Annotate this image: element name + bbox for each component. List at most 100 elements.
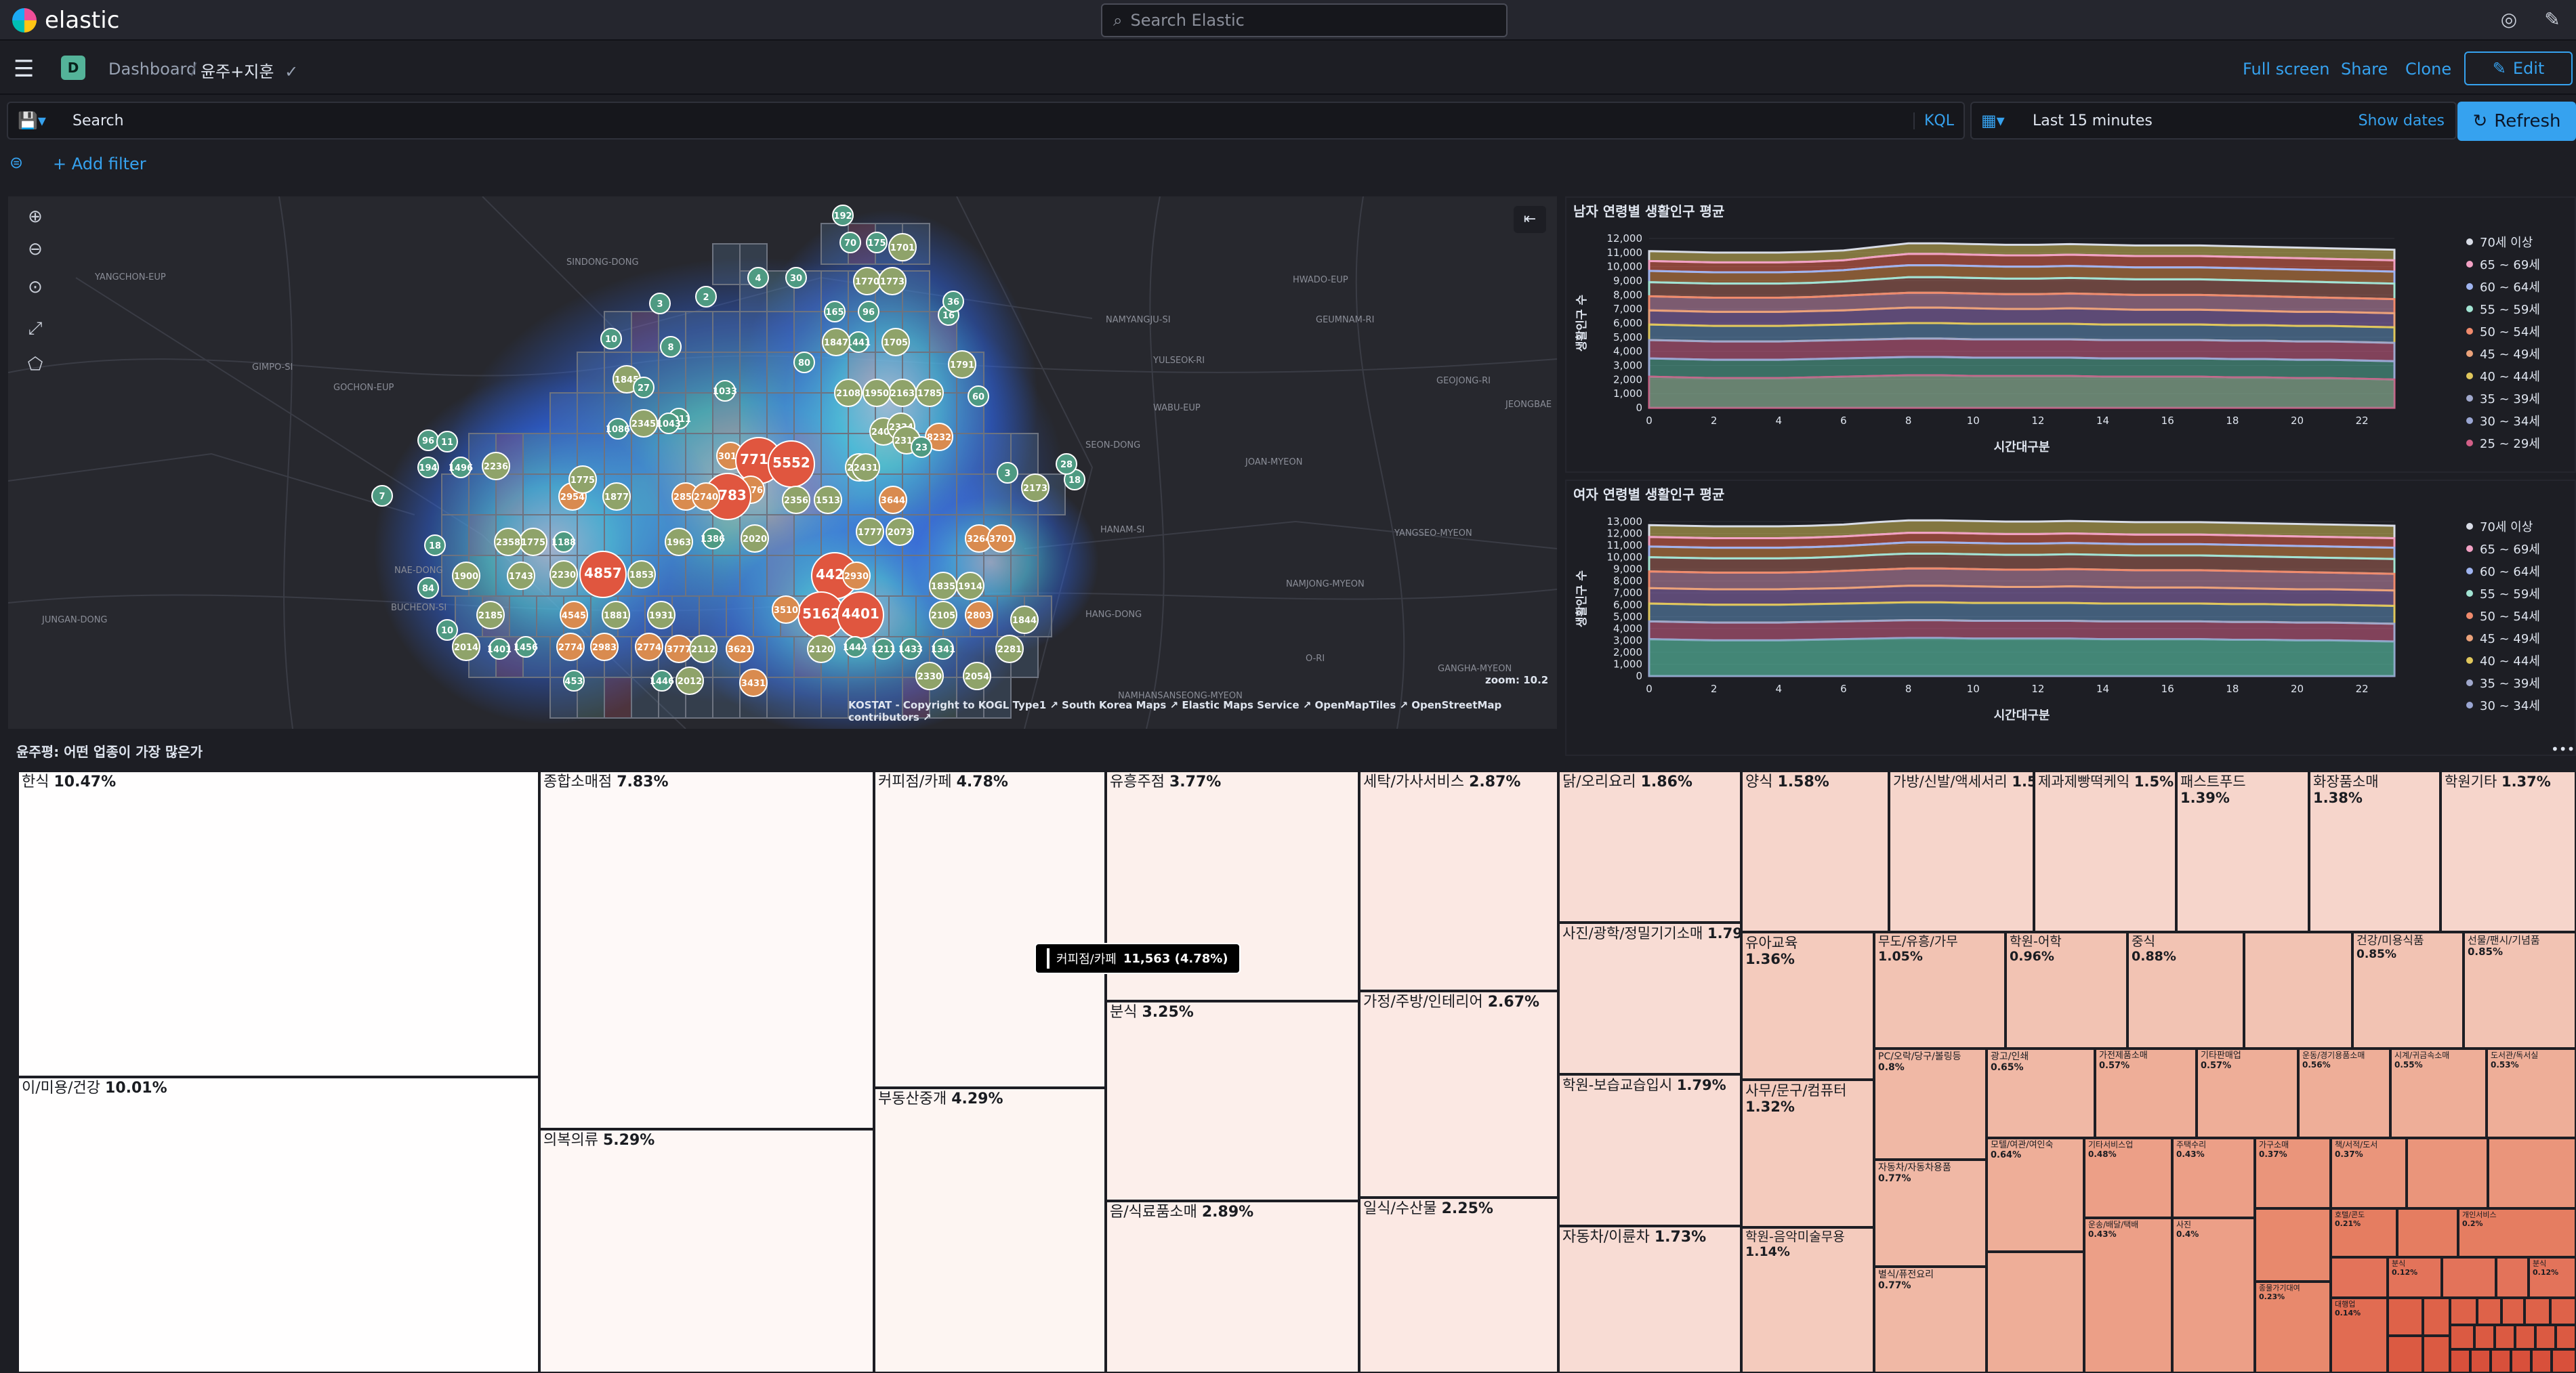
treemap-cell[interactable]: 운동/경기용품소매 0.56% xyxy=(2298,1049,2390,1138)
treemap-cell[interactable]: 기타서비스업 0.48% xyxy=(2084,1138,2172,1218)
legend-item[interactable]: 70세 이상 xyxy=(2466,230,2540,253)
edit-button[interactable]: ✎ Edit xyxy=(2464,51,2573,85)
legend-item[interactable]: 65 ~ 69세 xyxy=(2466,537,2540,559)
treemap-cell[interactable]: 사무/문구/컴퓨터 1.32% xyxy=(1741,1080,1874,1227)
treemap-cell[interactable]: 세탁/가사서비스 2.87% xyxy=(1359,771,1558,991)
treemap-cell[interactable]: 종물가기대여 0.23% xyxy=(2255,1282,2331,1373)
treemap-cell[interactable]: 시계/귀금속소매 0.55% xyxy=(2390,1049,2487,1138)
treemap-cell[interactable]: 자동차/자동차용품 0.77% xyxy=(1874,1160,1987,1267)
treemap-cell[interactable]: 모텔/여관/여인숙 0.64% xyxy=(1987,1138,2084,1252)
treemap-cell[interactable] xyxy=(2535,1325,2556,1349)
time-picker[interactable]: ▦▾ Last 15 minutes Show dates xyxy=(1970,102,2457,140)
legend-item[interactable]: 30 ~ 34세 xyxy=(2466,409,2540,431)
treemap-cell[interactable] xyxy=(2515,1325,2535,1349)
legend-item[interactable]: 40 ~ 44세 xyxy=(2466,364,2540,387)
treemap-cell[interactable] xyxy=(2495,1325,2515,1349)
treemap-cell[interactable] xyxy=(2531,1349,2552,1373)
treemap-cell[interactable]: 기타판매업 0.57% xyxy=(2197,1049,2298,1138)
treemap-cell[interactable]: 학원-음악미술무용 1.14% xyxy=(1741,1227,1874,1373)
treemap-cell[interactable] xyxy=(2450,1325,2474,1349)
treemap-cell[interactable] xyxy=(2407,1138,2488,1208)
treemap-cell[interactable]: 일식/수산물 2.25% xyxy=(1359,1198,1558,1373)
show-dates-link[interactable]: Show dates xyxy=(2359,112,2445,129)
treemap-cell[interactable]: 닭/오리요리 1.86% xyxy=(1558,771,1741,923)
business-type-treemap[interactable]: 한식 10.47% 이/미용/건강 10.01% 종합소매점 7.83% 의복의류 5… xyxy=(18,771,2576,1373)
legend-item[interactable]: 70세 이상 xyxy=(2466,515,2540,537)
male-area-chart[interactable]: 0 1,000 2,0003,000 4,000 5,000 6,000 7,000 8,00… xyxy=(1566,198,2576,474)
treemap-cell[interactable]: 도서관/독서실 0.53% xyxy=(2487,1049,2576,1138)
treemap-cell[interactable] xyxy=(2450,1349,2470,1373)
treemap-cell[interactable] xyxy=(2388,1298,2423,1336)
treemap-cell[interactable]: 양식 1.58% xyxy=(1741,771,1889,932)
legend-item[interactable]: 50 ~ 54세 xyxy=(2466,604,2540,627)
treemap-cell[interactable]: 이/미용/건강 10.01% xyxy=(18,1077,539,1373)
map-attribution[interactable]: KOSTAT - Copyright to KOGL Type1 ↗ South… xyxy=(848,699,1557,723)
draw-distance-icon[interactable]: ⤢ xyxy=(22,315,49,342)
elastic-logo[interactable]: elastic xyxy=(12,7,119,34)
filter-options-icon[interactable]: ⊜ xyxy=(9,153,23,172)
treemap-cell[interactable] xyxy=(2470,1349,2491,1373)
treemap-cell[interactable]: 사진 0.4% xyxy=(2172,1218,2255,1373)
treemap-cell[interactable]: 의복의류 5.29% xyxy=(539,1129,874,1373)
treemap-cell[interactable] xyxy=(2491,1349,2511,1373)
legend-item[interactable]: 35 ~ 39세 xyxy=(2466,671,2540,694)
treemap-cell[interactable]: 유아교육 1.36% xyxy=(1741,932,1874,1080)
legend-item[interactable]: 50 ~ 54세 xyxy=(2466,320,2540,342)
legend-item[interactable]: 45 ~ 49세 xyxy=(2466,342,2540,364)
treemap-cell[interactable] xyxy=(2255,1208,2331,1282)
zoom-out-icon[interactable]: ⊖ xyxy=(22,236,49,263)
treemap-cell[interactable]: 학원기타 1.37% xyxy=(2440,771,2576,932)
treemap-cell[interactable]: 학원-보습교습입시 1.79% xyxy=(1558,1074,1741,1226)
female-area-chart[interactable]: 01,0002,0003,0004,0005,0006,0007,0008,00… xyxy=(1566,481,2576,732)
treemap-cell[interactable]: 책/서적/도서 0.37% xyxy=(2331,1138,2407,1208)
legend-item[interactable]: 60 ~ 64세 xyxy=(2466,559,2540,582)
legend-item[interactable]: 45 ~ 49세 xyxy=(2466,627,2540,649)
treemap-cell[interactable]: 대행업 0.14% xyxy=(2331,1298,2388,1373)
panel-options-icon[interactable]: ••• xyxy=(2551,741,2575,757)
treemap-cell[interactable]: 가정/주방/인테리어 2.67% xyxy=(1359,991,1558,1198)
legend-item[interactable]: 55 ~ 59세 xyxy=(2466,582,2540,604)
kql-toggle[interactable]: KQL xyxy=(1913,112,1954,129)
legend-item[interactable]: 60 ~ 64세 xyxy=(2466,275,2540,297)
treemap-cell[interactable] xyxy=(2501,1298,2525,1325)
treemap-cell[interactable]: 중식 0.88% xyxy=(2127,932,2244,1049)
treemap-cell[interactable]: 종합소매점 7.83% xyxy=(539,771,874,1129)
treemap-cell[interactable] xyxy=(2550,1298,2576,1325)
treemap-cell[interactable]: 건강/미용식품 0.85% xyxy=(2352,932,2464,1049)
treemap-cell[interactable] xyxy=(2388,1336,2423,1373)
legend-item[interactable]: 55 ~ 59세 xyxy=(2466,297,2540,320)
treemap-cell[interactable]: 무도/유흥/가무 1.05% xyxy=(1874,932,2006,1049)
kql-search-input[interactable]: 💾▾ Search KQL xyxy=(7,102,1965,140)
legend-item[interactable]: 30 ~ 34세 xyxy=(2466,694,2540,716)
treemap-cell[interactable]: 분식 0.12% xyxy=(2529,1257,2576,1298)
treemap-cell[interactable]: 패스트푸드 1.39% xyxy=(2176,771,2309,932)
treemap-cell[interactable]: 가방/신발/액세서리 1.51% xyxy=(1889,771,2034,932)
treemap-cell[interactable]: 광고/인쇄 0.65% xyxy=(1987,1049,2095,1138)
treemap-cell[interactable] xyxy=(2496,1257,2529,1298)
treemap-cell[interactable] xyxy=(2474,1325,2495,1349)
breadcrumb-dashboard[interactable]: Dashboard xyxy=(108,60,196,79)
treemap-cell[interactable]: 한식 10.47% xyxy=(18,771,539,1077)
treemap-cell[interactable] xyxy=(2450,1298,2477,1325)
calendar-icon[interactable]: ▦▾ xyxy=(1981,111,2005,130)
treemap-cell[interactable] xyxy=(1987,1252,2084,1373)
treemap-cell[interactable]: 가전제품소매 0.57% xyxy=(2095,1049,2197,1138)
refresh-button[interactable]: ↻ Refresh xyxy=(2457,102,2576,141)
fit-bounds-icon[interactable]: ⊙ xyxy=(22,274,49,301)
help-icon[interactable]: ◎ xyxy=(2497,8,2520,31)
add-filter-link[interactable]: + Add filter xyxy=(53,154,146,173)
global-search-input[interactable]: ⌕ Search Elastic xyxy=(1101,3,1508,37)
treemap-cell[interactable]: 분식 0.12% xyxy=(2388,1257,2442,1298)
treemap-cell[interactable] xyxy=(2525,1298,2550,1325)
treemap-cell[interactable]: 음/식료품소매 2.89% xyxy=(1106,1201,1359,1373)
menu-icon[interactable]: ☰ xyxy=(14,56,34,83)
treemap-cell[interactable] xyxy=(2423,1298,2450,1336)
treemap-cell[interactable]: 개인서비스 0.2% xyxy=(2458,1208,2576,1257)
treemap-cell[interactable] xyxy=(2442,1257,2496,1298)
full-screen-button[interactable]: Full screen xyxy=(2243,60,2329,79)
treemap-cell[interactable] xyxy=(2331,1257,2388,1298)
treemap-cell[interactable] xyxy=(2477,1298,2501,1325)
legend-item[interactable]: 25 ~ 29세 xyxy=(2466,431,2540,454)
clone-button[interactable]: Clone xyxy=(2405,60,2451,79)
treemap-cell[interactable]: 자동차/이륜차 1.73% xyxy=(1558,1226,1741,1373)
